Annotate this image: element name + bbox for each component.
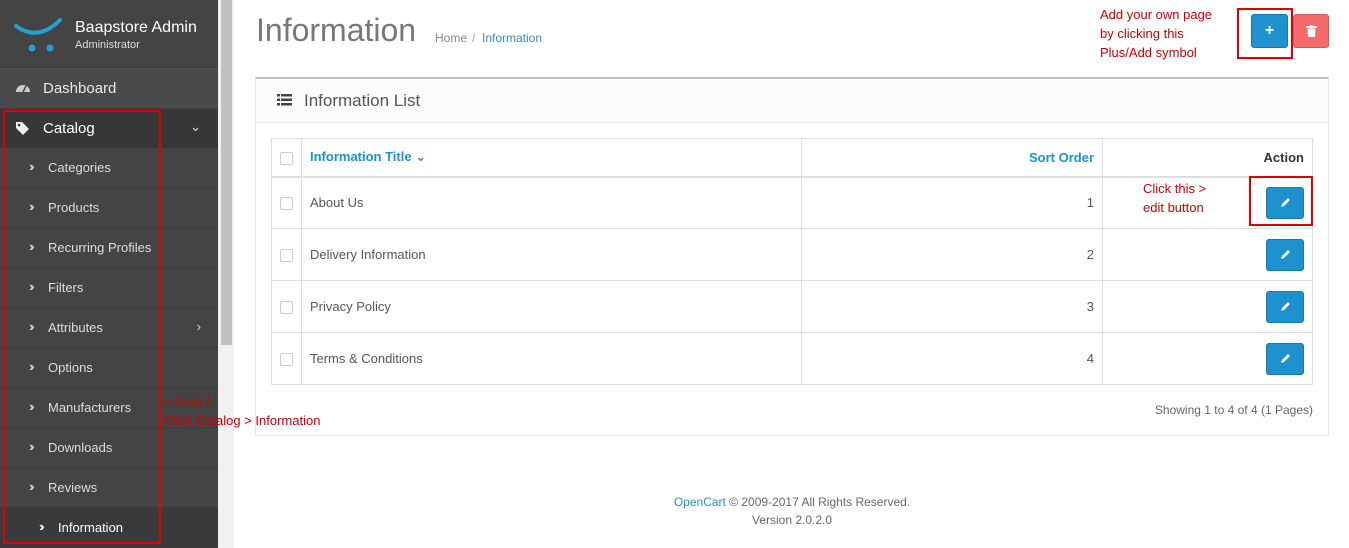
- pencil-icon: [1281, 301, 1290, 311]
- row-checkbox[interactable]: [280, 353, 293, 367]
- annotation-line: Click Catalog > Information: [164, 413, 321, 428]
- annotation-edit-hint: Click this > edit button: [1143, 179, 1206, 217]
- footer-copyright: OpenCart © 2009-2017 All Rights Reserved…: [0, 495, 1349, 509]
- row-checkbox[interactable]: [280, 249, 293, 263]
- row-checkbox-cell: [271, 228, 302, 281]
- row-checkbox-cell: [271, 332, 302, 385]
- sort-title-link[interactable]: Information Title: [310, 149, 412, 164]
- annotation-line: edit button: [1143, 200, 1204, 215]
- copyright-text: © 2009-2017 All Rights Reserved.: [725, 495, 911, 509]
- opencart-link[interactable]: OpenCart: [674, 495, 726, 509]
- chevron-right-icon: ›: [196, 319, 201, 334]
- select-all-checkbox[interactable]: [280, 151, 293, 165]
- annotation-line: > Step 1: [164, 394, 213, 409]
- pencil-icon: [1281, 353, 1290, 363]
- row-action: [1102, 280, 1313, 333]
- row-checkbox[interactable]: [280, 301, 293, 315]
- breadcrumb-separator: /: [472, 31, 476, 45]
- row-title: Privacy Policy: [301, 280, 802, 333]
- information-table: Information Title ⌄ Sort Order Action Ab…: [271, 138, 1313, 385]
- table-row: Privacy Policy 3: [271, 280, 1313, 333]
- edit-button[interactable]: [1266, 238, 1304, 271]
- row-checkbox-cell: [271, 280, 302, 333]
- annotation-box-add: [1237, 8, 1293, 59]
- delete-button[interactable]: [1293, 14, 1329, 48]
- panel-title: Information List: [304, 91, 421, 110]
- annotation-add-hint: Add your own page by clicking this Plus/…: [1100, 5, 1212, 62]
- chevron-down-icon: ⌄: [190, 119, 201, 134]
- brand-title: Baapstore Admin: [75, 19, 197, 36]
- trash-icon: [1306, 25, 1317, 37]
- nav-dashboard-label: Dashboard: [43, 80, 117, 97]
- brand-header[interactable]: Baapstore Admin Administrator: [0, 0, 218, 68]
- annotation-step-hint: > Step 1 Click Catalog > Information: [164, 392, 320, 430]
- row-action: [1102, 332, 1313, 385]
- brand-role: Administrator: [75, 39, 140, 51]
- table-row: Delivery Information 2: [271, 228, 1313, 281]
- breadcrumb-home[interactable]: Home: [435, 31, 467, 45]
- opencart-logo-icon: [14, 18, 62, 52]
- table-header-row: Information Title ⌄ Sort Order Action: [271, 138, 1313, 177]
- pencil-icon: [1281, 249, 1290, 259]
- annotation-line: Plus/Add symbol: [1100, 45, 1197, 60]
- footer-version: Version 2.0.2.0: [751, 513, 833, 527]
- annotation-line: Click this >: [1143, 181, 1207, 196]
- row-sort-order: 2: [801, 228, 1103, 281]
- list-icon: [277, 94, 292, 106]
- annotation-box-edit: [1249, 176, 1313, 226]
- select-all-cell: [271, 138, 302, 177]
- edit-button[interactable]: [1266, 342, 1304, 375]
- row-title: Terms & Conditions: [301, 332, 802, 385]
- pagination-summary: Showing 1 to 4 of 4 (1 Pages): [1154, 403, 1313, 417]
- panel-heading: Information List: [256, 79, 1328, 123]
- annotation-line: Add your own page: [1100, 7, 1213, 22]
- dashboard-icon: [16, 85, 30, 93]
- page-title: Information: [256, 12, 417, 48]
- annotation-line: by clicking this: [1100, 26, 1184, 41]
- column-sort-order[interactable]: Sort Order: [801, 138, 1103, 177]
- annotation-box-catalog: [3, 110, 161, 544]
- scrollbar-thumb[interactable]: [221, 0, 232, 345]
- row-sort-order: 1: [801, 176, 1103, 229]
- nav-dashboard[interactable]: Dashboard: [0, 69, 218, 109]
- row-action: [1102, 228, 1313, 281]
- chevron-down-icon: ⌄: [411, 149, 427, 165]
- column-title[interactable]: Information Title ⌄: [301, 138, 802, 177]
- row-title: About Us: [301, 176, 802, 229]
- breadcrumb-information[interactable]: Information: [482, 31, 542, 45]
- table-row: Terms & Conditions 4: [271, 332, 1313, 385]
- row-title: Delivery Information: [301, 228, 802, 281]
- column-action: Action: [1102, 138, 1313, 177]
- row-checkbox[interactable]: [280, 197, 293, 211]
- row-sort-order: 4: [801, 332, 1103, 385]
- row-sort-order: 3: [801, 280, 1103, 333]
- row-checkbox-cell: [271, 176, 302, 229]
- edit-button[interactable]: [1266, 290, 1304, 323]
- sort-order-link[interactable]: Sort Order: [1029, 150, 1094, 165]
